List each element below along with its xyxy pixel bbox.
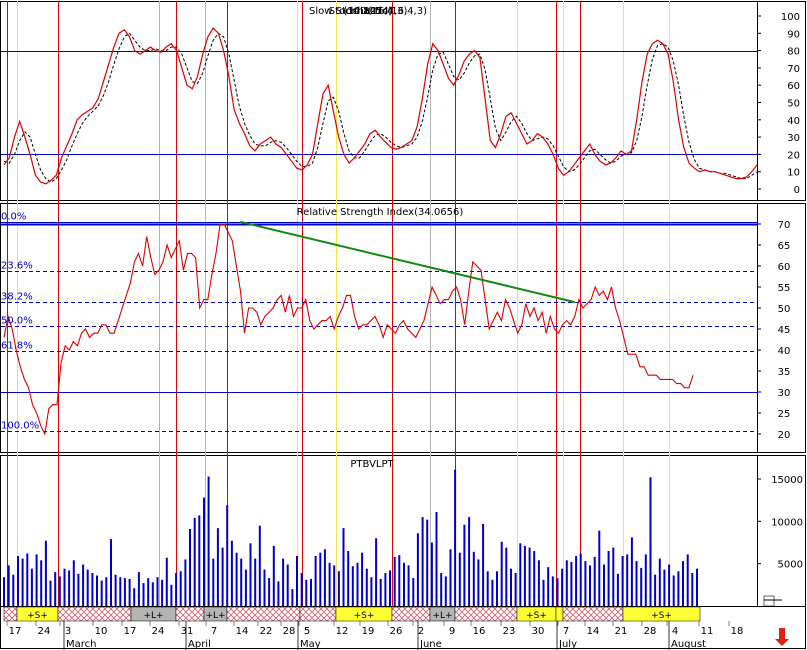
stoch-tick-label: 30 — [787, 133, 800, 144]
rsi-tick-label: 20 — [778, 430, 791, 441]
rsi-tick-label: 25 — [778, 409, 791, 420]
rsi-tick-label: 35 — [778, 367, 791, 378]
signal-segment — [299, 606, 337, 622]
date-tick-label: 4 — [672, 626, 678, 637]
date-tick-label: 14 — [236, 626, 249, 637]
date-tick-label: 7 — [563, 626, 569, 637]
date-tick-label: 17 — [9, 626, 22, 637]
date-tick-label: 5 — [304, 626, 310, 637]
date-tick-label: 28 — [644, 626, 657, 637]
fib-level-label: 0.0% — [1, 212, 26, 223]
signal-segment — [57, 606, 132, 622]
date-tick-label: 2 — [418, 626, 424, 637]
signal-segment-label: +S+ — [526, 611, 547, 621]
scrollbar-stub-box — [763, 595, 775, 607]
date-tick-label: 31 — [181, 626, 194, 637]
rsi-tick-label: 60 — [778, 262, 791, 273]
stoch-tick-label: 50 — [787, 99, 800, 110]
technical-chart: 0102030405060708090100Slow Stochastic(16… — [0, 1, 806, 650]
signal-segment — [454, 606, 518, 622]
fib-level-label: 100.0% — [1, 421, 39, 432]
month-label: July — [558, 639, 577, 650]
date-tick-label: 9 — [449, 626, 455, 637]
rsi-title: Relative Strength Index(34.0656) — [297, 207, 464, 218]
signal-segment-label: +S+ — [354, 611, 375, 621]
stoch-tick-label: 80 — [787, 47, 800, 58]
rsi-tick-label: 45 — [778, 325, 791, 336]
date-tick-label: 14 — [587, 626, 600, 637]
date-tick-label: 22 — [260, 626, 273, 637]
signal-segment-label: +L+ — [143, 611, 163, 621]
vol-tick-label: 10000 — [771, 517, 803, 528]
signal-segment — [391, 606, 431, 622]
rsi-tick-label: 55 — [778, 283, 791, 294]
stoch-tick-label: 60 — [787, 81, 800, 92]
date-tick-label: 28 — [283, 626, 296, 637]
fib-level-label: 23.6% — [1, 261, 33, 272]
date-tick-label: 18 — [731, 626, 744, 637]
stoch-d-line — [3, 32, 758, 183]
stoch-title-overlay: (10.8274) — [343, 6, 392, 17]
signal-segment — [226, 606, 301, 622]
stoch-tick-label: 70 — [787, 64, 800, 75]
stoch-tick-label: 100 — [781, 12, 800, 23]
vol-tick-label: 5000 — [778, 560, 803, 571]
stoch-tick-label: 40 — [787, 116, 800, 127]
signal-segment — [562, 606, 624, 622]
month-label: May — [300, 639, 321, 650]
fib-level-label: 50.0% — [1, 316, 33, 327]
stoch-tick-label: 90 — [787, 29, 800, 40]
month-label: March — [66, 639, 96, 650]
date-tick-label: 24 — [38, 626, 51, 637]
date-tick-label: 24 — [152, 626, 165, 637]
arrow-down-icon — [775, 628, 789, 646]
rsi-trend-line — [240, 220, 576, 304]
rsi-tick-label: 50 — [778, 304, 791, 315]
month-label: August — [671, 639, 706, 650]
date-tick-label: 10 — [95, 626, 108, 637]
date-tick-label: 21 — [615, 626, 628, 637]
rsi-tick-label: 30 — [778, 388, 791, 399]
month-label: June — [419, 639, 442, 650]
signal-segment-label: +L+ — [432, 611, 452, 621]
rsi-tick-label: 40 — [778, 346, 791, 357]
vol-tick-label: 15000 — [771, 475, 803, 486]
date-tick-label: 23 — [503, 626, 516, 637]
fib-level-label: 61.8% — [1, 341, 33, 352]
fib-level-label: 38.2% — [1, 292, 33, 303]
date-tick-label: 30 — [532, 626, 545, 637]
rsi-tick-label: 65 — [778, 241, 791, 252]
signal-segment-label: +S+ — [27, 611, 48, 621]
rsi-tick-label: 70 — [778, 220, 791, 231]
date-tick-label: 16 — [473, 626, 486, 637]
month-label: April — [188, 639, 211, 650]
stoch-tick-label: 0 — [794, 185, 800, 196]
rsi-panel-frame — [0, 203, 806, 453]
signal-segment — [175, 606, 205, 622]
date-tick-label: 12 — [336, 626, 349, 637]
signal-segment-label: +L+ — [205, 611, 225, 621]
date-tick-label: 11 — [701, 626, 714, 637]
volume-title: PTBVLPT — [350, 459, 394, 470]
date-tick-label: 3 — [65, 626, 71, 637]
date-tick-label: 17 — [124, 626, 137, 637]
date-tick-label: 19 — [362, 626, 375, 637]
signal-segment — [555, 606, 564, 622]
rsi-line — [3, 223, 694, 436]
date-tick-label: 26 — [390, 626, 403, 637]
signal-segment-label: +S+ — [651, 611, 672, 621]
stoch-tick-label: 20 — [787, 150, 800, 161]
chart-window: 0 10 20 30 40 50 60 70 80 90 100 Slow Stochastic(16… — [0, 0, 807, 650]
date-tick-label: 7 — [211, 626, 217, 637]
stoch-tick-label: 10 — [787, 168, 800, 179]
signal-segment — [3, 606, 18, 622]
